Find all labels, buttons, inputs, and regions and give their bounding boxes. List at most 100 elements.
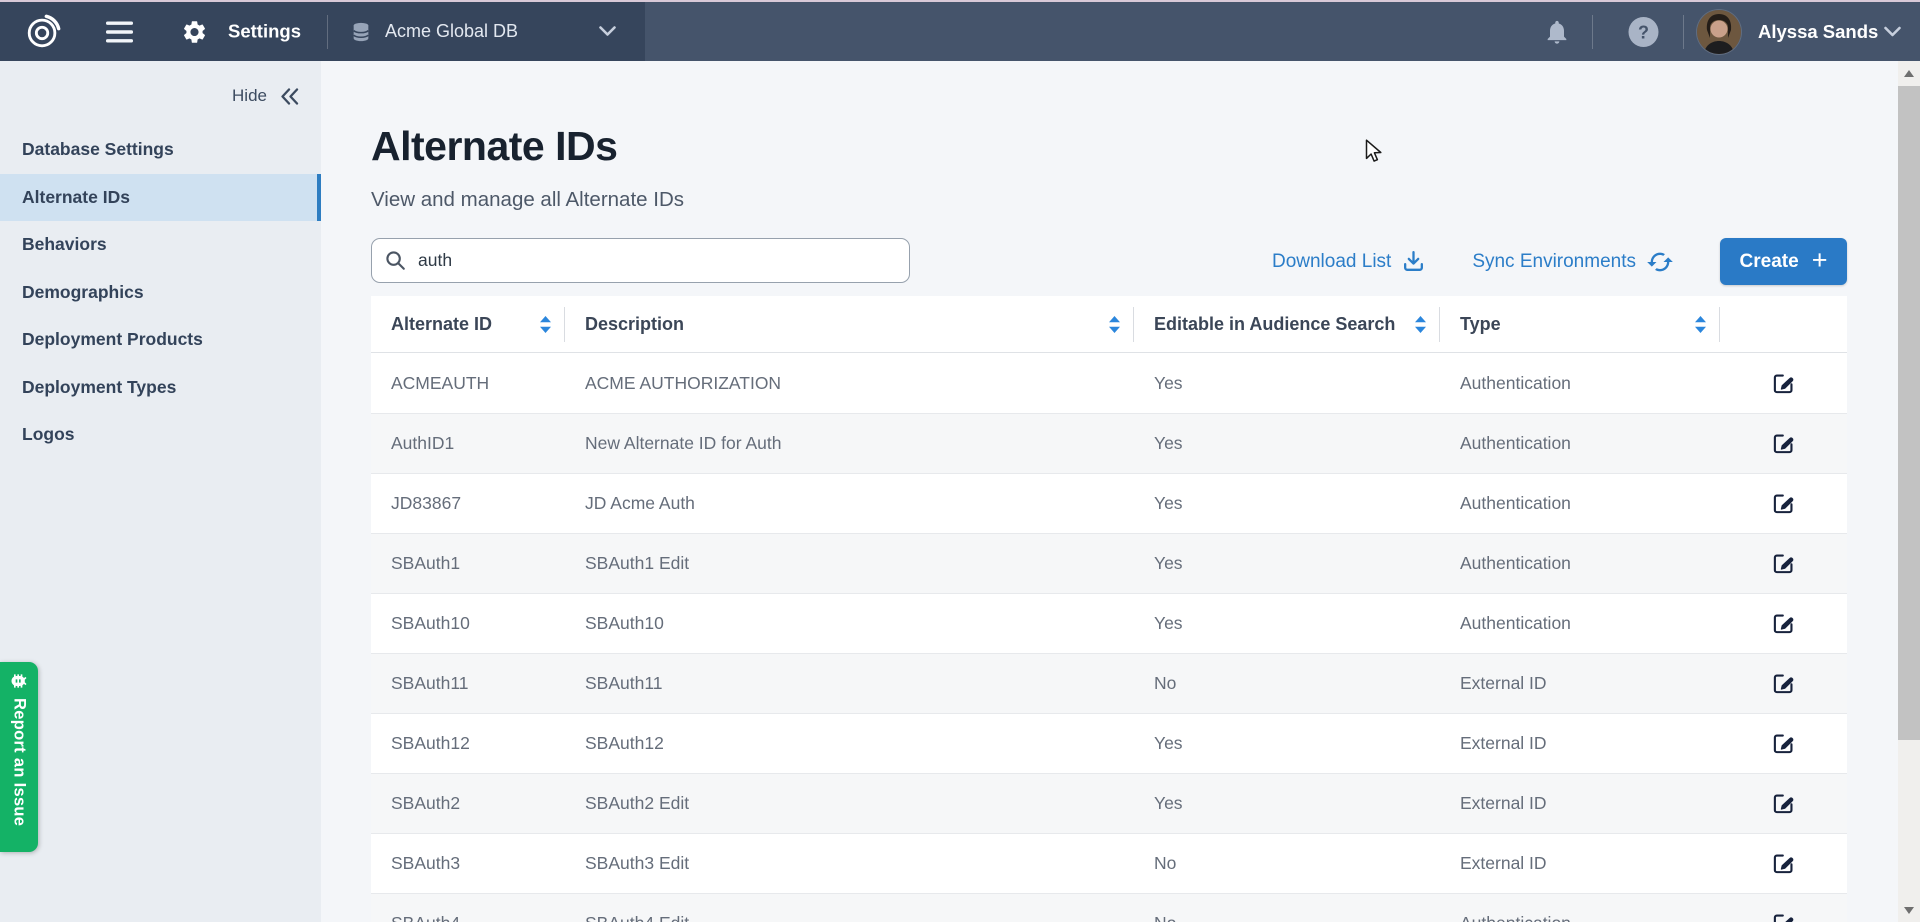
- cell-type: Authentication: [1440, 894, 1720, 922]
- sort-icon[interactable]: [1414, 316, 1427, 333]
- sort-icon[interactable]: [1108, 316, 1121, 333]
- scroll-down-button[interactable]: [1898, 898, 1920, 922]
- edit-button[interactable]: [1768, 368, 1799, 399]
- column-header-alternate-id[interactable]: Alternate ID: [371, 296, 565, 352]
- edit-button[interactable]: [1768, 608, 1799, 639]
- cell-actions: [1720, 774, 1847, 833]
- user-menu-chevron-icon[interactable]: [1884, 26, 1901, 37]
- edit-button[interactable]: [1768, 548, 1799, 579]
- sidebar-item-demographics[interactable]: Demographics: [0, 269, 321, 317]
- vertical-scrollbar: [1898, 61, 1920, 922]
- sidebar-hide-button[interactable]: Hide: [232, 86, 299, 106]
- app-logo-icon[interactable]: [24, 13, 62, 51]
- sort-icon[interactable]: [539, 316, 552, 333]
- edit-button[interactable]: [1768, 908, 1799, 922]
- table-row: SBAuth10SBAuth10YesAuthentication: [371, 593, 1847, 653]
- cell-alternate-id: SBAuth11: [371, 654, 565, 713]
- cell-editable-in-audience-search: No: [1134, 894, 1440, 922]
- cell-description: SBAuth1 Edit: [565, 534, 1134, 593]
- settings-nav[interactable]: Settings: [181, 18, 301, 45]
- sidebar-item-database-settings[interactable]: Database Settings: [0, 126, 321, 174]
- edit-button[interactable]: [1768, 428, 1799, 459]
- chevron-down-icon: [599, 26, 616, 37]
- sidebar-item-alternate-ids[interactable]: Alternate IDs: [0, 174, 321, 222]
- sidebar-item-label: Deployment Products: [22, 329, 203, 350]
- cell-type: External ID: [1440, 774, 1720, 833]
- cell-alternate-id: SBAuth2: [371, 774, 565, 833]
- application-window: Settings Acme Global DB: [0, 0, 1920, 922]
- cell-actions: [1720, 834, 1847, 893]
- cell-actions: [1720, 594, 1847, 653]
- edit-button[interactable]: [1768, 668, 1799, 699]
- edit-button[interactable]: [1768, 848, 1799, 879]
- edit-icon: [1772, 492, 1795, 515]
- edit-button[interactable]: [1768, 728, 1799, 759]
- hamburger-menu-icon[interactable]: [106, 21, 133, 42]
- edit-icon: [1772, 552, 1795, 575]
- help-icon[interactable]: ?: [1628, 16, 1659, 47]
- cell-alternate-id: JD83867: [371, 474, 565, 533]
- sort-icon[interactable]: [1694, 316, 1707, 333]
- cell-alternate-id: SBAuth1: [371, 534, 565, 593]
- sync-icon: [1646, 248, 1674, 276]
- topbar-divider: [1683, 15, 1684, 49]
- sidebar-item-deployment-products[interactable]: Deployment Products: [0, 316, 321, 364]
- cell-actions: [1720, 654, 1847, 713]
- report-issue-button[interactable]: Report an Issue: [0, 662, 38, 852]
- notifications-bell-icon[interactable]: [1543, 18, 1571, 46]
- table-row: SBAuth11SBAuth11NoExternal ID: [371, 653, 1847, 713]
- column-header-type[interactable]: Type: [1440, 296, 1720, 352]
- database-selector[interactable]: Acme Global DB: [350, 20, 616, 44]
- database-selector-value: Acme Global DB: [385, 21, 518, 42]
- sidebar-item-deployment-types[interactable]: Deployment Types: [0, 364, 321, 412]
- column-header-description[interactable]: Description: [565, 296, 1134, 352]
- search-input[interactable]: [371, 238, 910, 283]
- user-avatar[interactable]: [1697, 10, 1741, 54]
- sidebar-item-label: Alternate IDs: [22, 187, 130, 208]
- sync-environments-label: Sync Environments: [1472, 251, 1636, 273]
- column-header-editable-in-audience-search[interactable]: Editable in Audience Search: [1134, 296, 1440, 352]
- cell-alternate-id: ACMEAUTH: [371, 353, 565, 413]
- create-button-label: Create: [1740, 251, 1799, 273]
- topbar-left-section: Settings Acme Global DB: [0, 2, 645, 61]
- cell-actions: [1720, 353, 1847, 413]
- cell-alternate-id: SBAuth4: [371, 894, 565, 922]
- cell-alternate-id: SBAuth10: [371, 594, 565, 653]
- user-name[interactable]: Alyssa Sands: [1758, 21, 1878, 43]
- edit-icon: [1772, 792, 1795, 815]
- svg-text:?: ?: [1638, 22, 1649, 42]
- cell-type: Authentication: [1440, 353, 1720, 413]
- topbar-divider: [327, 15, 328, 49]
- cell-editable-in-audience-search: Yes: [1134, 774, 1440, 833]
- table-row: SBAuth1SBAuth1 EditYesAuthentication: [371, 533, 1847, 593]
- column-header-label: Description: [585, 314, 684, 335]
- table-row: JD83867JD Acme AuthYesAuthentication: [371, 473, 1847, 533]
- edit-button[interactable]: [1768, 488, 1799, 519]
- cell-editable-in-audience-search: Yes: [1134, 714, 1440, 773]
- cell-editable-in-audience-search: No: [1134, 834, 1440, 893]
- edit-icon: [1772, 612, 1795, 635]
- cell-type: Authentication: [1440, 534, 1720, 593]
- download-list-button[interactable]: Download List: [1272, 249, 1426, 274]
- cell-description: SBAuth11: [565, 654, 1134, 713]
- sidebar-item-logos[interactable]: Logos: [0, 411, 321, 459]
- edit-button[interactable]: [1768, 788, 1799, 819]
- cell-editable-in-audience-search: Yes: [1134, 414, 1440, 473]
- cell-description: SBAuth3 Edit: [565, 834, 1134, 893]
- sync-environments-button[interactable]: Sync Environments: [1472, 248, 1674, 276]
- scrollbar-thumb[interactable]: [1898, 86, 1920, 740]
- edit-icon: [1772, 912, 1795, 922]
- sidebar-item-label: Behaviors: [22, 234, 107, 255]
- cell-alternate-id: SBAuth3: [371, 834, 565, 893]
- cell-actions: [1720, 894, 1847, 922]
- edit-icon: [1772, 372, 1795, 395]
- cell-actions: [1720, 714, 1847, 773]
- scroll-up-arrow-icon: [1904, 70, 1914, 77]
- create-button[interactable]: Create +: [1720, 238, 1847, 285]
- sidebar-item-behaviors[interactable]: Behaviors: [0, 221, 321, 269]
- scroll-down-arrow-icon: [1904, 907, 1914, 914]
- table-body: ACMEAUTHACME AUTHORIZATIONYesAuthenticat…: [371, 353, 1847, 922]
- cell-description: New Alternate ID for Auth: [565, 414, 1134, 473]
- scroll-up-button[interactable]: [1898, 61, 1920, 85]
- cell-editable-in-audience-search: Yes: [1134, 474, 1440, 533]
